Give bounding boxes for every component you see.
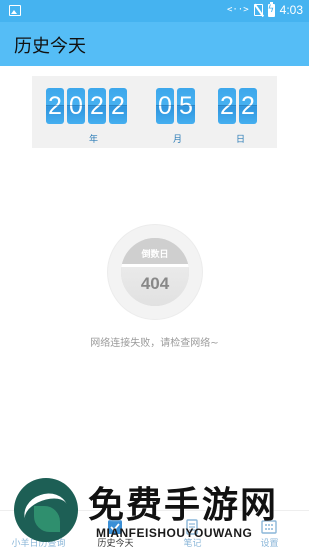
year-digit: 0 (67, 88, 85, 124)
app-bar: 历史今天 (0, 22, 309, 66)
year-digit: 2 (46, 88, 64, 124)
countdown-value: 404 (140, 274, 170, 293)
status-bar: <··> 4:03 (0, 0, 309, 22)
month-label: 月 (173, 135, 183, 145)
day-label: 日 (236, 135, 246, 145)
year-digit: 2 (109, 88, 127, 124)
watermark-title: 免费手游网 (88, 485, 279, 526)
watermark-subtitle: MIANFEISHOUYOUWANG (96, 526, 253, 540)
month-digit: 0 (156, 88, 174, 124)
countdown-label: 倒数日 (141, 250, 169, 260)
app-screen: <··> 4:03 历史今天 2 0 2 2 0 5 2 2 年 月 日 倒数日… (0, 0, 309, 550)
year-label: 年 (89, 135, 99, 145)
battery-charging-icon (267, 1, 275, 17)
no-sim-icon (253, 4, 263, 16)
watermark: 免费手游网 MIANFEISHOUYOUWANG (0, 470, 309, 550)
day-digit: 2 (218, 88, 236, 124)
status-icons: <··> 4:03 (226, 1, 303, 17)
day-digit: 2 (239, 88, 257, 124)
data-activity-icon: <··> (226, 5, 249, 15)
year-digit: 2 (88, 88, 106, 124)
countdown-card: 倒数日 404 (121, 238, 189, 306)
image-icon (9, 5, 21, 16)
page-title: 历史今天 (14, 36, 86, 57)
watermark-logo (14, 478, 78, 542)
status-time: 4:03 (279, 3, 303, 17)
countdown-widget: 倒数日 404 (107, 224, 203, 320)
date-display: 2 0 2 2 0 5 2 2 年 月 日 (32, 76, 277, 148)
month-digit: 5 (177, 88, 195, 124)
network-error-message: 网络连接失败，请检查网络~ (90, 338, 219, 349)
